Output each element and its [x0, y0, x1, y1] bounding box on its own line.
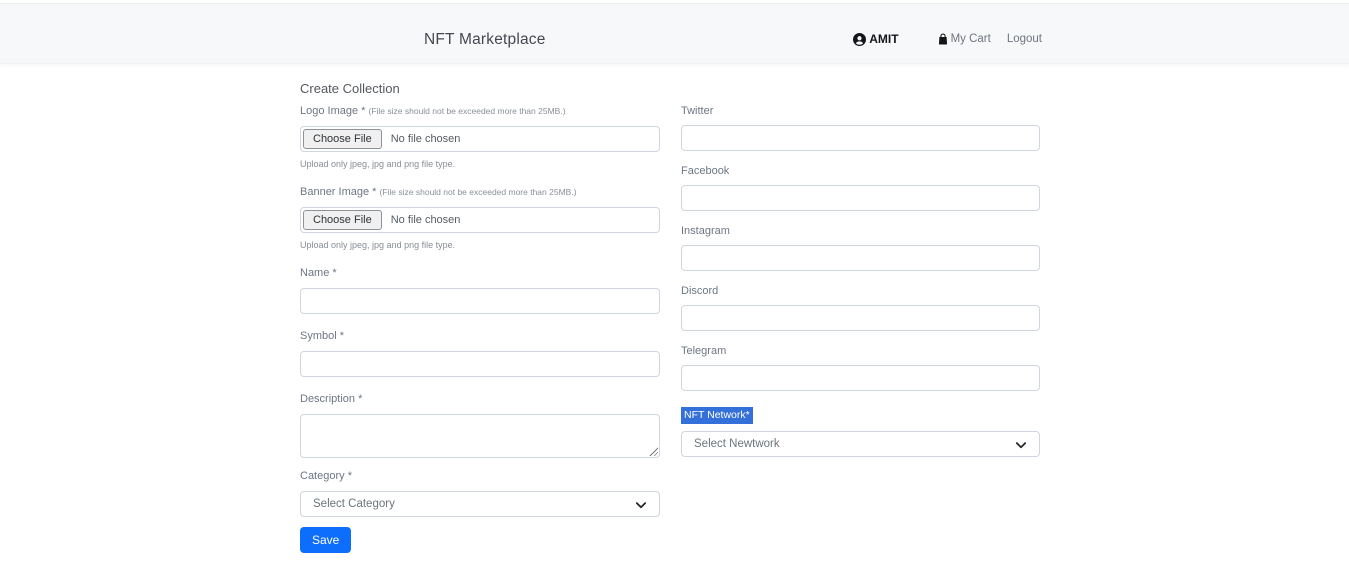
user-circle-icon	[853, 33, 866, 46]
discord-input[interactable]	[681, 305, 1040, 331]
chevron-down-icon	[634, 498, 648, 512]
logo-image-label-text: Logo Image *	[300, 105, 365, 117]
logo-file-input[interactable]: Choose File No file chosen	[300, 126, 660, 152]
textarea-resize-handle[interactable]	[648, 446, 658, 456]
logo-file-type-helper: Upload only jpeg, jpg and png file type.	[300, 159, 660, 170]
discord-group: Discord	[681, 285, 1040, 331]
banner-image-size-note: (File size should not be exceeded more t…	[380, 187, 577, 197]
banner-image-group: Banner Image * (File size should not be …	[300, 186, 660, 251]
nft-network-selected-value: Select Newtwork	[694, 438, 780, 450]
logo-image-size-note: (File size should not be exceeded more t…	[369, 106, 566, 116]
twitter-input[interactable]	[681, 125, 1040, 151]
instagram-input[interactable]	[681, 245, 1040, 271]
name-label: Name *	[300, 267, 660, 280]
discord-label: Discord	[681, 285, 1040, 298]
save-button[interactable]: Save	[300, 527, 351, 553]
category-group: Category * Select Category	[300, 470, 660, 517]
nft-network-group: NFT Network* Select Newtwork	[681, 405, 1040, 457]
form-right-column: Twitter Facebook Instagram Discord Teleg…	[681, 105, 1040, 471]
logo-image-group: Logo Image * (File size should not be ex…	[300, 105, 660, 170]
page-title: Create Collection	[300, 81, 400, 96]
telegram-group: Telegram	[681, 345, 1040, 391]
banner-choose-file-button[interactable]: Choose File	[303, 210, 382, 230]
user-menu[interactable]: AMIT	[853, 32, 898, 46]
logo-choose-file-button[interactable]: Choose File	[303, 129, 382, 149]
nft-network-select[interactable]: Select Newtwork	[681, 431, 1040, 457]
category-label: Category *	[300, 470, 660, 483]
banner-file-status: No file chosen	[384, 208, 461, 232]
banner-file-input[interactable]: Choose File No file chosen	[300, 207, 660, 233]
description-textarea[interactable]	[300, 414, 660, 458]
description-label: Description *	[300, 393, 660, 406]
name-group: Name *	[300, 267, 660, 314]
top-navbar: NFT Marketplace AMIT My Cart Logout	[0, 3, 1349, 63]
banner-image-label-text: Banner Image *	[300, 186, 376, 198]
logo-file-status: No file chosen	[384, 127, 461, 151]
symbol-input[interactable]	[300, 351, 660, 377]
my-cart-label: My Cart	[951, 33, 991, 45]
chevron-down-icon	[1014, 438, 1028, 452]
facebook-input[interactable]	[681, 185, 1040, 211]
description-group: Description *	[300, 393, 660, 458]
instagram-group: Instagram	[681, 225, 1040, 271]
my-cart-link[interactable]: My Cart	[937, 33, 991, 45]
form-left-column: Logo Image * (File size should not be ex…	[300, 105, 660, 553]
symbol-group: Symbol *	[300, 330, 660, 377]
brand-title: NFT Marketplace	[424, 31, 546, 49]
symbol-label: Symbol *	[300, 330, 660, 343]
twitter-group: Twitter	[681, 105, 1040, 151]
telegram-label: Telegram	[681, 345, 1040, 358]
shopping-bag-icon	[937, 33, 949, 45]
banner-file-type-helper: Upload only jpeg, jpg and png file type.	[300, 240, 660, 251]
header-nav: AMIT My Cart Logout	[853, 32, 1042, 46]
facebook-label: Facebook	[681, 165, 1040, 178]
telegram-input[interactable]	[681, 365, 1040, 391]
user-name: AMIT	[869, 32, 898, 46]
facebook-group: Facebook	[681, 165, 1040, 211]
banner-image-label: Banner Image * (File size should not be …	[300, 186, 660, 199]
logout-link[interactable]: Logout	[1007, 33, 1042, 45]
logo-image-label: Logo Image * (File size should not be ex…	[300, 105, 660, 118]
name-input[interactable]	[300, 288, 660, 314]
category-select[interactable]: Select Category	[300, 491, 660, 517]
nft-network-label-highlighted: NFT Network*	[681, 407, 753, 424]
twitter-label: Twitter	[681, 105, 1040, 118]
category-selected-value: Select Category	[313, 498, 395, 510]
instagram-label: Instagram	[681, 225, 1040, 238]
